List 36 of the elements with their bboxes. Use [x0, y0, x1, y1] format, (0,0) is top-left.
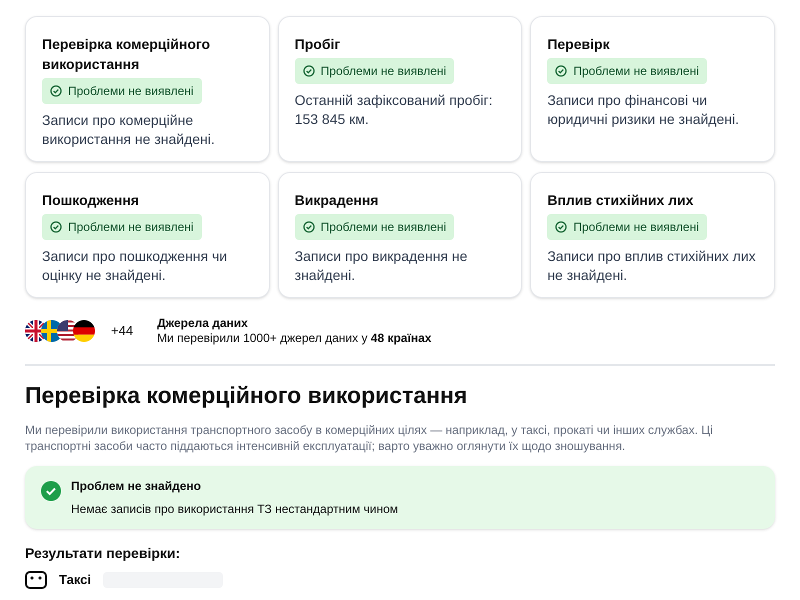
- check-circle-icon: [41, 481, 61, 501]
- card-text: Записи про фінансові чи юридичні ризики не знайдені.: [547, 91, 740, 129]
- flag-icon: [73, 320, 95, 342]
- sources-text: Ми перевірили 1000+ джерел даних у 48 країнах: [157, 331, 432, 346]
- results-title: Результати перевірки:: [25, 544, 182, 563]
- card-text: Записи про викрадення не знайдені.: [294, 247, 468, 285]
- card-text: Записи про пошкодження чи оцінку не знайдені.: [42, 247, 228, 285]
- check-circle-icon: [302, 65, 315, 77]
- result-label: Таксі: [59, 571, 92, 589]
- check-circle-icon: [302, 221, 315, 233]
- check-circle-icon: [50, 221, 62, 233]
- status-badge: Проблеми не виявлені: [547, 214, 707, 240]
- section-title: Перевірка комерційного використання: [25, 381, 468, 410]
- check-circle-icon: [555, 221, 568, 233]
- card-title: Пробіг: [294, 35, 342, 54]
- section-description: Ми перевірили використання транспортного засобу в комерційних цілях — наприклад, у таксі, прокаті чи інших службах. Ці транспортні засоби часто піддаються інтенсивній експлуатації; варто уважно оглянути їх щодо зношування.: [25, 422, 714, 454]
- card-text: Записи про комерційне використання не знайдені.: [42, 111, 216, 149]
- card-text: Записи про вплив стихійних лих не знайдені.: [547, 247, 757, 285]
- card-title: Викрадення: [294, 191, 380, 210]
- card-title: Вплив стихійних лих: [547, 191, 694, 210]
- alert-text: Немає записів про використання ТЗ нестандартним чином: [71, 501, 398, 518]
- card-title: Перевірк: [547, 35, 611, 54]
- card-text: Останній зафіксований пробіг: 153 845 км.: [294, 91, 494, 129]
- status-badge: Проблеми не виявлені: [547, 58, 707, 84]
- status-badge: Проблеми не виявлені: [42, 214, 202, 240]
- check-circle-icon: [555, 65, 568, 77]
- country-count: +44: [111, 322, 134, 340]
- status-badge: Проблеми не виявлені: [294, 214, 454, 240]
- alert-title: Проблем не знайдено: [71, 478, 202, 495]
- status-badge: Проблеми не виявлені: [294, 58, 454, 84]
- card-title: Перевірка комерційного використання: [42, 35, 212, 74]
- status-badge: Проблеми не виявлені: [42, 78, 202, 104]
- check-circle-icon: [50, 85, 62, 97]
- car-front-icon: [25, 570, 47, 589]
- sources-title: Джерела даних: [157, 316, 249, 331]
- card-title: Пошкодження: [42, 191, 140, 210]
